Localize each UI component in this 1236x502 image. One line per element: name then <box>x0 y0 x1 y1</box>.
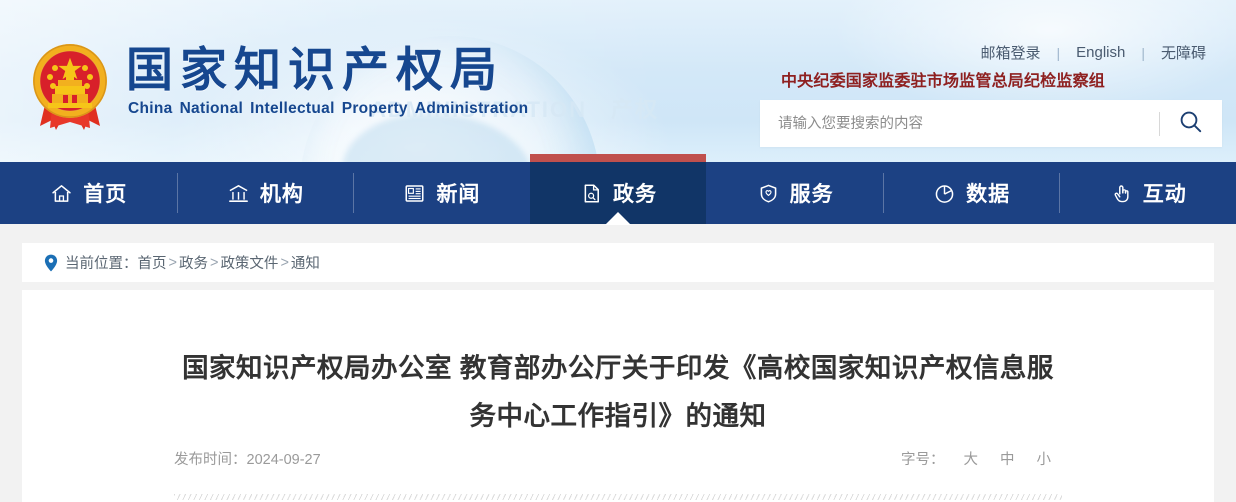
nav-label: 服务 <box>789 183 834 206</box>
font-size-label: 字号： <box>901 452 945 468</box>
search-icon <box>1178 109 1204 138</box>
search-button[interactable] <box>1160 100 1222 147</box>
location-pin-icon <box>44 254 58 272</box>
publish-time: 发布时间：2024-09-27 <box>174 452 321 468</box>
site-subtitle: China National Intellectual Property Adminis… <box>128 100 535 118</box>
site-title: 国家知识产权局 <box>126 43 504 96</box>
discipline-inspection-link[interactable]: 中央纪委国家监委驻市场监管总局纪检监察组 <box>781 67 1105 91</box>
breadcrumb-separator: > <box>168 254 177 271</box>
pie-chart-icon <box>932 181 957 206</box>
nav-label: 首页 <box>83 183 128 206</box>
shield-heart-icon <box>756 181 781 206</box>
subtitle-word: Property <box>341 100 408 117</box>
article-divider <box>174 494 1062 500</box>
site-header: ADMINISTRATION 产权 国家知识产权局 China National… <box>0 0 1236 162</box>
breadcrumb-label: 当前位置： <box>65 256 138 272</box>
home-icon <box>49 181 74 206</box>
active-tab-caret-icon <box>605 212 632 225</box>
breadcrumb-item-government-affairs[interactable]: 政务 <box>179 252 208 273</box>
nav-label: 数据 <box>966 183 1011 206</box>
nav-item-interaction[interactable]: 互动 <box>1059 162 1236 224</box>
hand-pointer-icon <box>1109 181 1134 206</box>
nav-item-government-affairs[interactable]: 政务 <box>529 154 707 225</box>
english-link[interactable]: English <box>1060 44 1141 61</box>
nav-label: 政务 <box>613 183 658 206</box>
article-meta: 发布时间：2024-09-27 字号： 大 中 小 <box>22 448 1214 469</box>
font-size-large-button[interactable]: 大 <box>953 448 990 469</box>
breadcrumb: 当前位置： 首页 > 政务 > 政策文件 > 通知 <box>22 243 1214 282</box>
breadcrumb-item-home[interactable]: 首页 <box>138 252 167 273</box>
accessibility-link[interactable]: 无障碍 <box>1145 42 1222 63</box>
nav-item-news[interactable]: 新闻 <box>353 162 530 224</box>
font-size-medium-button[interactable]: 中 <box>989 448 1026 469</box>
top-utility-links: 邮箱登录 | English | 无障碍 <box>964 42 1222 63</box>
mail-login-link[interactable]: 邮箱登录 <box>964 42 1056 63</box>
main-navigation: 首页 机构 新闻 政务 服务 数据 互动 <box>0 154 1236 225</box>
subtitle-word: China <box>128 100 173 117</box>
breadcrumb-separator: > <box>209 254 219 271</box>
subtitle-word: Administration <box>414 100 529 117</box>
page-title: 国家知识产权局办公室 教育部办公厅关于印发《高校国家知识产权信息服务中心工作指引… <box>182 353 1054 431</box>
subtitle-word: National <box>179 100 244 117</box>
breadcrumb-item-notice[interactable]: 通知 <box>291 252 320 273</box>
national-emblem-icon <box>22 34 118 134</box>
breadcrumb-item-policy-documents[interactable]: 政策文件 <box>220 252 278 273</box>
search-box <box>760 100 1222 147</box>
nav-item-organization[interactable]: 机构 <box>176 162 354 224</box>
nav-label: 互动 <box>1142 183 1187 206</box>
font-size-control: 字号： 大 中 小 <box>901 448 1062 469</box>
document-icon <box>579 181 604 206</box>
bank-icon <box>226 181 251 206</box>
font-size-small-button[interactable]: 小 <box>1026 448 1063 469</box>
nav-item-home[interactable]: 首页 <box>0 162 177 224</box>
newspaper-icon <box>402 181 427 206</box>
active-tab-accent-bar <box>529 154 707 162</box>
search-input[interactable] <box>760 100 1159 147</box>
nav-item-data[interactable]: 数据 <box>882 162 1060 224</box>
nav-label: 新闻 <box>436 183 481 206</box>
subtitle-word: Intellectual <box>250 100 335 117</box>
article-panel: 国家知识产权局办公室 教育部办公厅关于印发《高校国家知识产权信息服务中心工作指引… <box>22 290 1214 502</box>
nav-item-services[interactable]: 服务 <box>706 162 883 224</box>
breadcrumb-separator: > <box>280 254 289 271</box>
nav-label: 机构 <box>259 183 304 206</box>
